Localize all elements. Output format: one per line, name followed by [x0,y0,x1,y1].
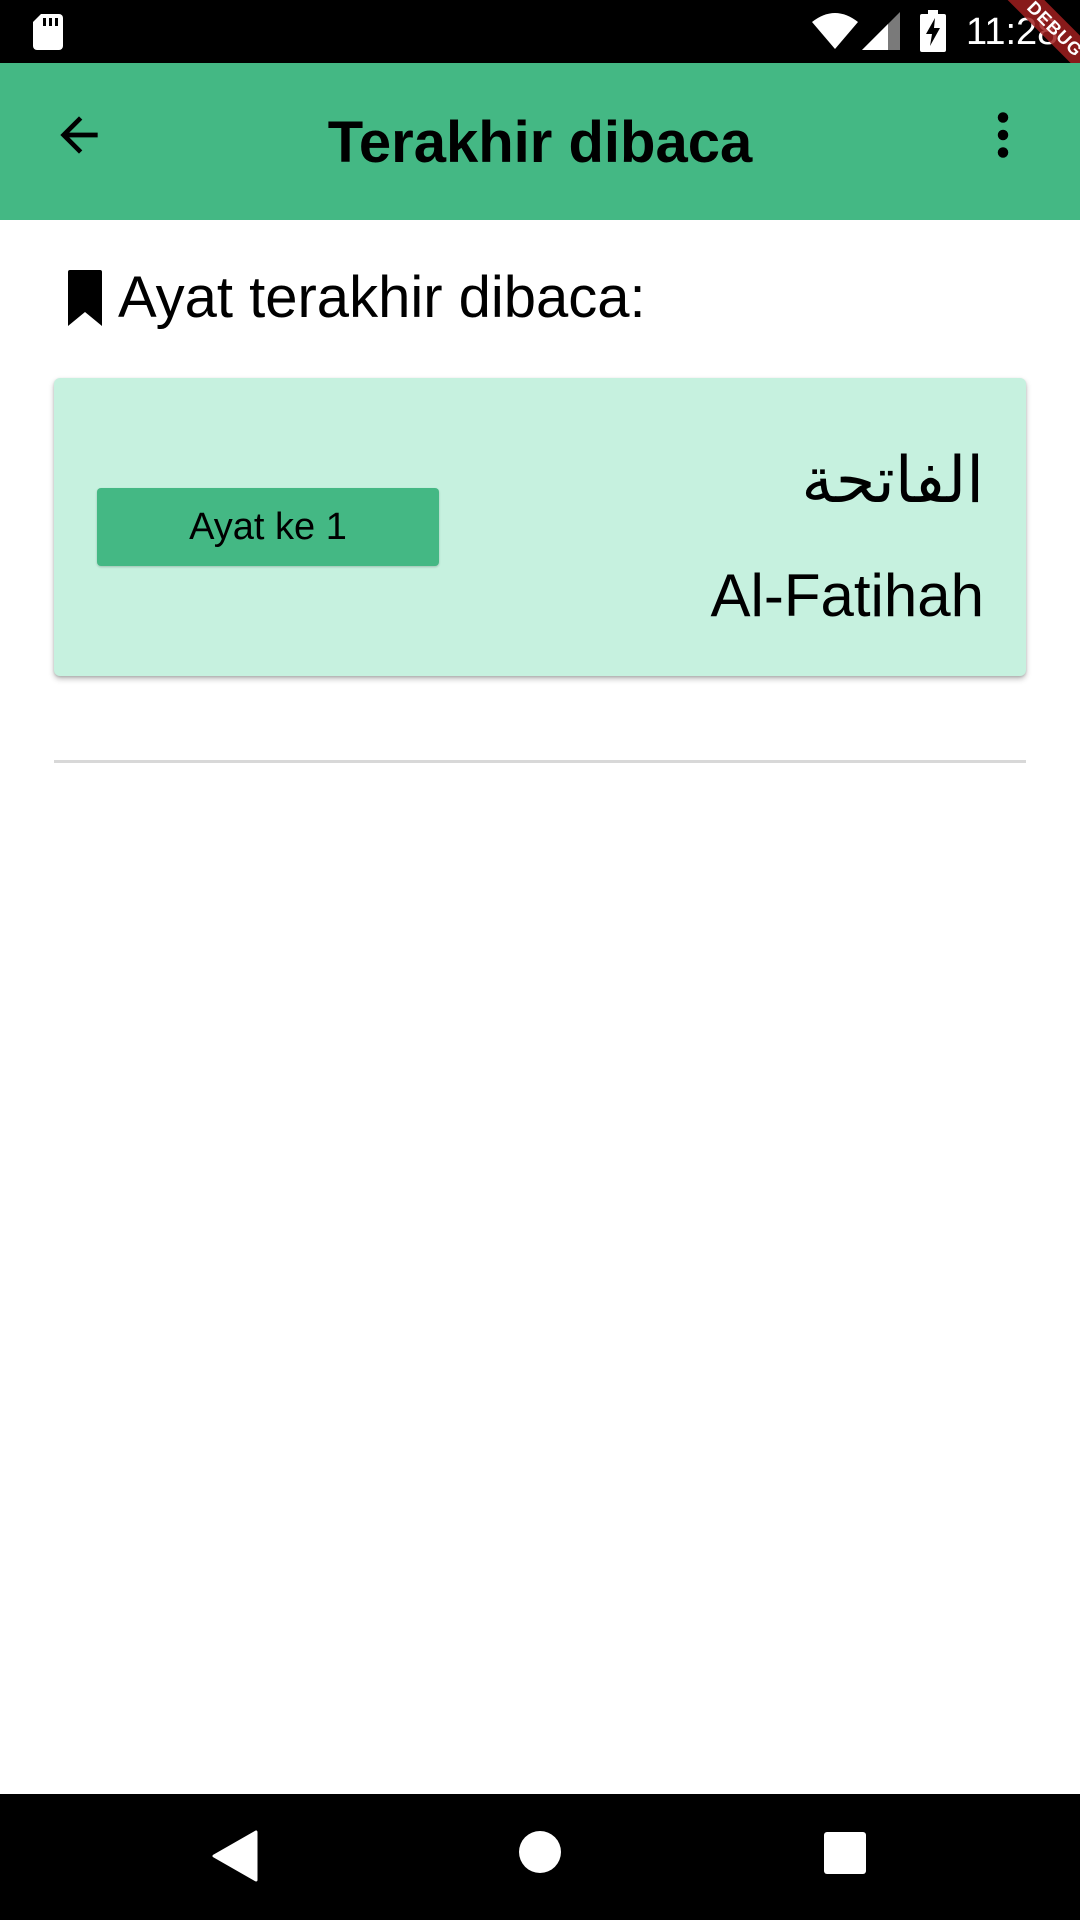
bookmark-icon [68,270,102,326]
surah-name-latin: Al-Fatihah [710,562,984,629]
status-bar: 11:28 DEBUG [0,0,1080,63]
app-bar: Terakhir dibaca [0,63,1080,220]
wifi-icon [812,13,858,49]
more-vert-icon [997,112,1009,158]
last-read-heading-label: Ayat terakhir dibaca: [118,265,646,330]
battery-charging-icon [920,10,946,52]
ayat-button[interactable]: Ayat ke 1 [97,488,439,566]
system-nav-bar [0,1794,1080,1920]
divider [54,760,1026,763]
status-clock: 11:28 [966,11,1059,53]
nav-home-icon[interactable] [518,1830,562,1874]
nav-back-icon[interactable] [212,1830,258,1882]
last-read-card[interactable]: Ayat ke 1 الفاتحة Al-Fatihah [54,378,1026,676]
last-read-heading: Ayat terakhir dibaca: [68,262,646,334]
page-title: Terakhir dibaca [327,110,753,175]
surah-name-arabic: الفاتحة [801,444,984,518]
back-button[interactable] [40,96,118,174]
more-options-button[interactable] [968,96,1038,174]
sd-card-icon [33,14,63,50]
signal-icon [862,12,900,50]
arrow-back-icon [60,116,98,154]
nav-recents-icon[interactable] [824,1832,866,1874]
